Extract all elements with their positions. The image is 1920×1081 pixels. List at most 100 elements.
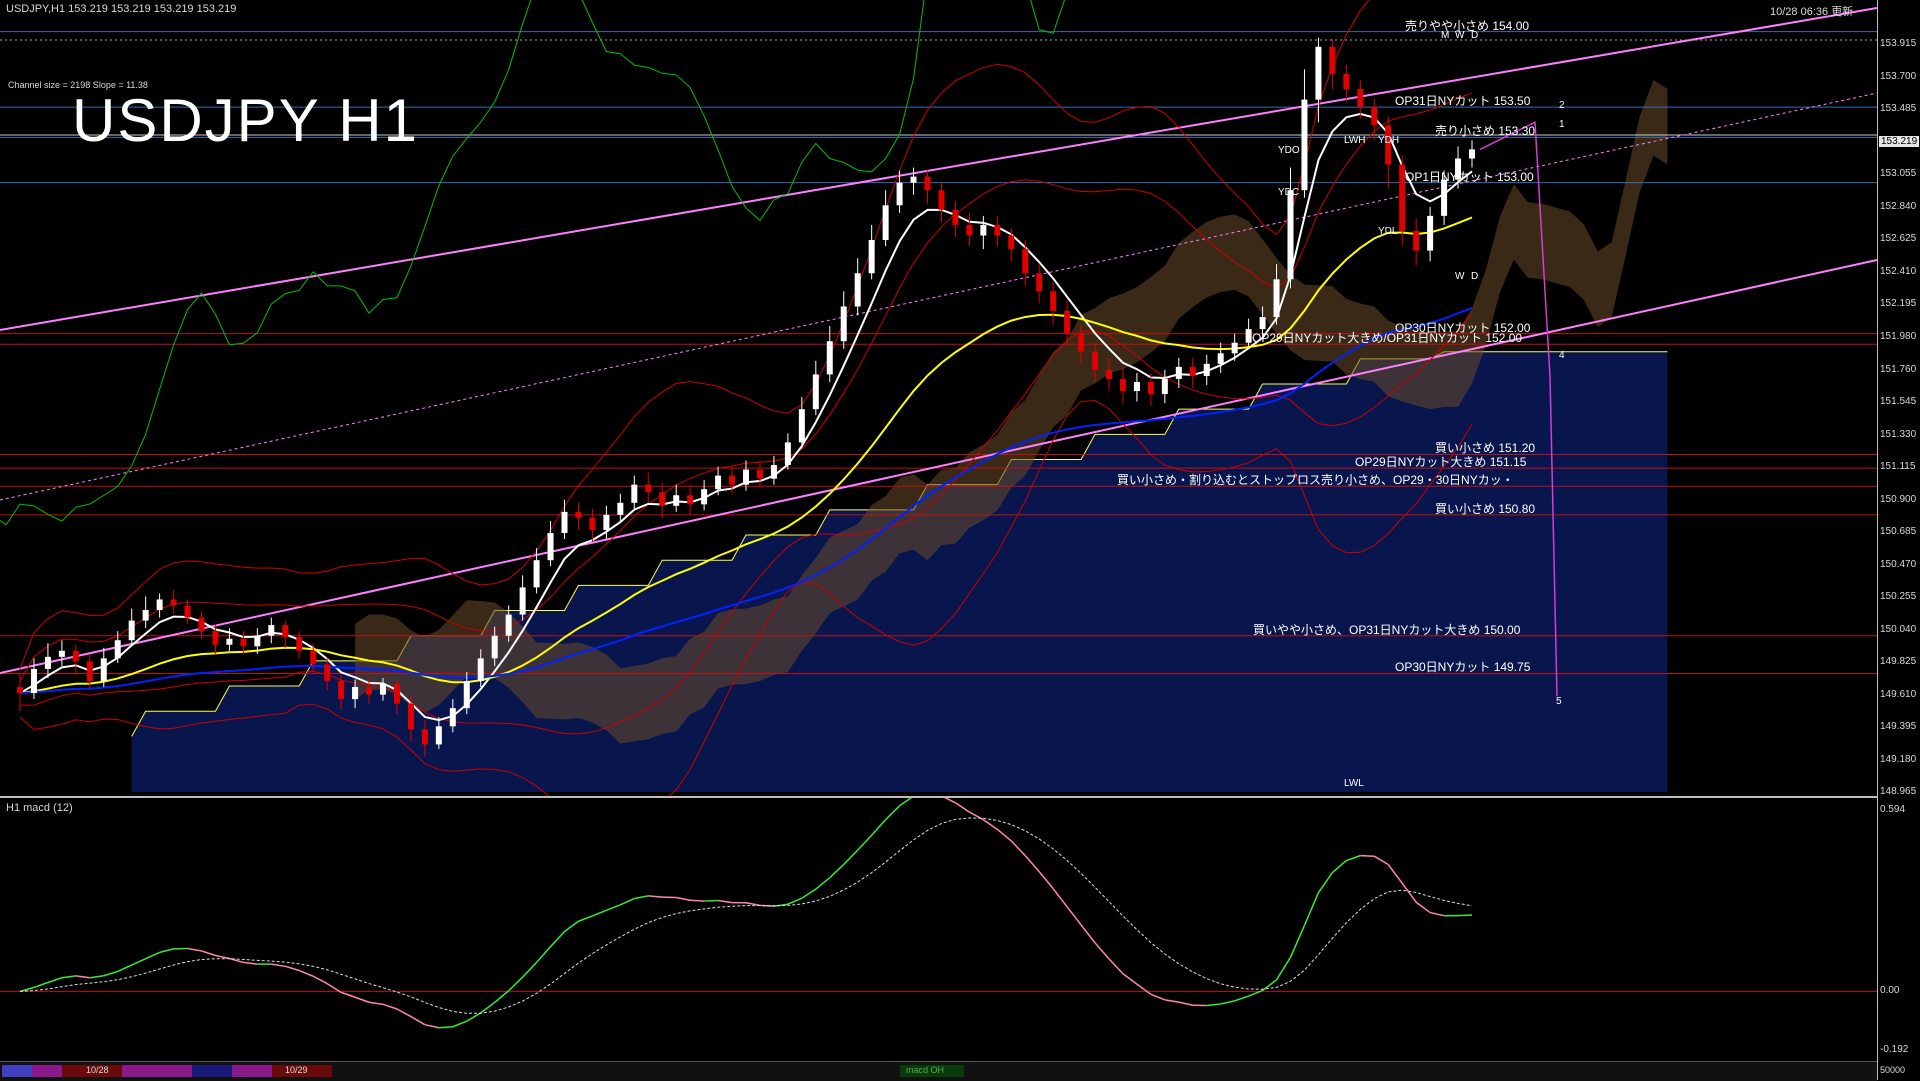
candle-body	[729, 476, 735, 485]
candle-body	[296, 637, 302, 651]
level-label: OP30日NYカット 149.75	[1395, 658, 1530, 675]
level-label: 買いやや小さめ、OP31日NYカット大きめ 150.00	[1253, 621, 1520, 638]
price-axis-label: 149.825	[1880, 656, 1916, 667]
macd-header: H1 macd (12)	[6, 802, 73, 814]
candle-body	[171, 599, 177, 605]
macd-segment	[565, 921, 579, 931]
macd-segment	[620, 899, 634, 905]
macd-chart[interactable]	[0, 798, 1877, 1061]
candle-body	[464, 681, 470, 708]
price-axis-label: 150.470	[1880, 559, 1916, 570]
bottom-status-strip: 10/28 10/29 macd OH 50000	[0, 1061, 1877, 1081]
candle-body	[408, 704, 414, 730]
macd-segment	[202, 951, 216, 956]
macd-segment	[1388, 865, 1402, 884]
macd-segment	[774, 904, 788, 906]
date-label-1: 10/28	[86, 1065, 109, 1075]
box-label: M	[1441, 30, 1449, 41]
macd-segment	[1263, 980, 1277, 991]
ichimoku-cloud-blue	[132, 352, 1668, 792]
candle-body	[73, 651, 79, 662]
macd-segment	[802, 889, 816, 898]
macd-segment	[1165, 1000, 1179, 1002]
update-timestamp: 10/28 06:36 更新	[1770, 3, 1853, 19]
candle-body	[966, 225, 972, 236]
candle-body	[282, 625, 288, 637]
candle-body	[310, 651, 316, 665]
candle-body	[436, 726, 442, 744]
macd-segment	[1416, 902, 1430, 912]
macd-axis-label: 0.594	[1880, 804, 1905, 815]
price-axis-label: 151.330	[1880, 429, 1916, 440]
macd-segment	[62, 976, 76, 978]
macd-segment	[397, 1009, 411, 1017]
candle-body	[1008, 236, 1014, 250]
price-axis-label: 152.625	[1880, 233, 1916, 244]
macd-segment	[229, 958, 243, 962]
price-axis-label: 150.900	[1880, 494, 1916, 505]
candle-body	[1246, 329, 1252, 343]
candle-body	[492, 636, 498, 659]
macd-segment	[411, 1017, 425, 1025]
candle-body	[1134, 382, 1140, 391]
wave-label: 2	[1559, 100, 1565, 111]
macd-segment	[215, 955, 229, 958]
macd-segment	[537, 947, 551, 963]
candle-body	[352, 687, 358, 699]
macd-segment	[1039, 872, 1053, 889]
macd-segment	[313, 976, 327, 983]
level-label: OP1日NYカット 153.00	[1405, 168, 1534, 185]
candle-body	[520, 587, 526, 614]
candle-body	[938, 190, 944, 210]
macd-segment	[578, 916, 592, 921]
date-label-2: 10/29	[285, 1065, 308, 1075]
price-axis-label: 152.840	[1880, 201, 1916, 212]
candle-body	[394, 684, 400, 704]
macd-segment	[1067, 907, 1081, 925]
candle-body	[478, 658, 484, 681]
candle-body	[212, 631, 218, 645]
macd-segment	[900, 798, 914, 806]
macd-segment	[858, 835, 872, 850]
candle-body	[673, 495, 679, 506]
candle-body	[324, 664, 330, 681]
candle-body	[1371, 107, 1377, 125]
macd-segment	[1109, 959, 1123, 974]
candle-body	[31, 669, 37, 693]
candle-body	[855, 273, 861, 306]
candle-body	[980, 225, 986, 236]
macd-segment	[1318, 873, 1332, 893]
macd-tag-label: macd OH	[906, 1065, 944, 1075]
level-label: 売り小さめ 153.30	[1435, 122, 1535, 139]
candle-body	[268, 625, 274, 636]
candle-body	[157, 599, 163, 610]
macd-segment	[676, 897, 690, 900]
macd-segment	[425, 1025, 439, 1028]
candle-body	[897, 183, 903, 206]
macd-segment	[648, 896, 662, 897]
macd-segment	[1095, 943, 1109, 959]
candle-body	[813, 374, 819, 409]
candle-body	[548, 533, 554, 560]
candle-body	[1413, 231, 1419, 251]
macd-segment	[941, 798, 955, 803]
macd-segment	[299, 971, 313, 977]
macd-segment	[146, 952, 160, 958]
macd-segment	[1025, 856, 1039, 872]
box-label: D	[1471, 271, 1478, 282]
candle-body	[687, 495, 693, 504]
candle-body	[87, 661, 93, 681]
price-axis-label: 148.965	[1880, 786, 1916, 797]
candle-body	[715, 476, 721, 490]
chart-header: USDJPY,H1 153.219 153.219 153.219 153.21…	[6, 3, 236, 15]
candle-body	[1022, 249, 1028, 273]
macd-segment	[48, 978, 62, 983]
level-label: 買い小さめ・割り込むとストップロス売り小さめ、OP29・30日NYカッ・	[1117, 471, 1514, 488]
price-axis-label: 153.915	[1880, 38, 1916, 49]
candle-body	[17, 687, 23, 693]
candle-body	[534, 560, 540, 587]
level-label: OP29日NYカット大きめ/OP31日NYカット 152.00	[1252, 329, 1522, 346]
candle-body	[631, 485, 637, 503]
candle-body	[911, 177, 917, 183]
wave-label: 5	[1556, 696, 1562, 707]
